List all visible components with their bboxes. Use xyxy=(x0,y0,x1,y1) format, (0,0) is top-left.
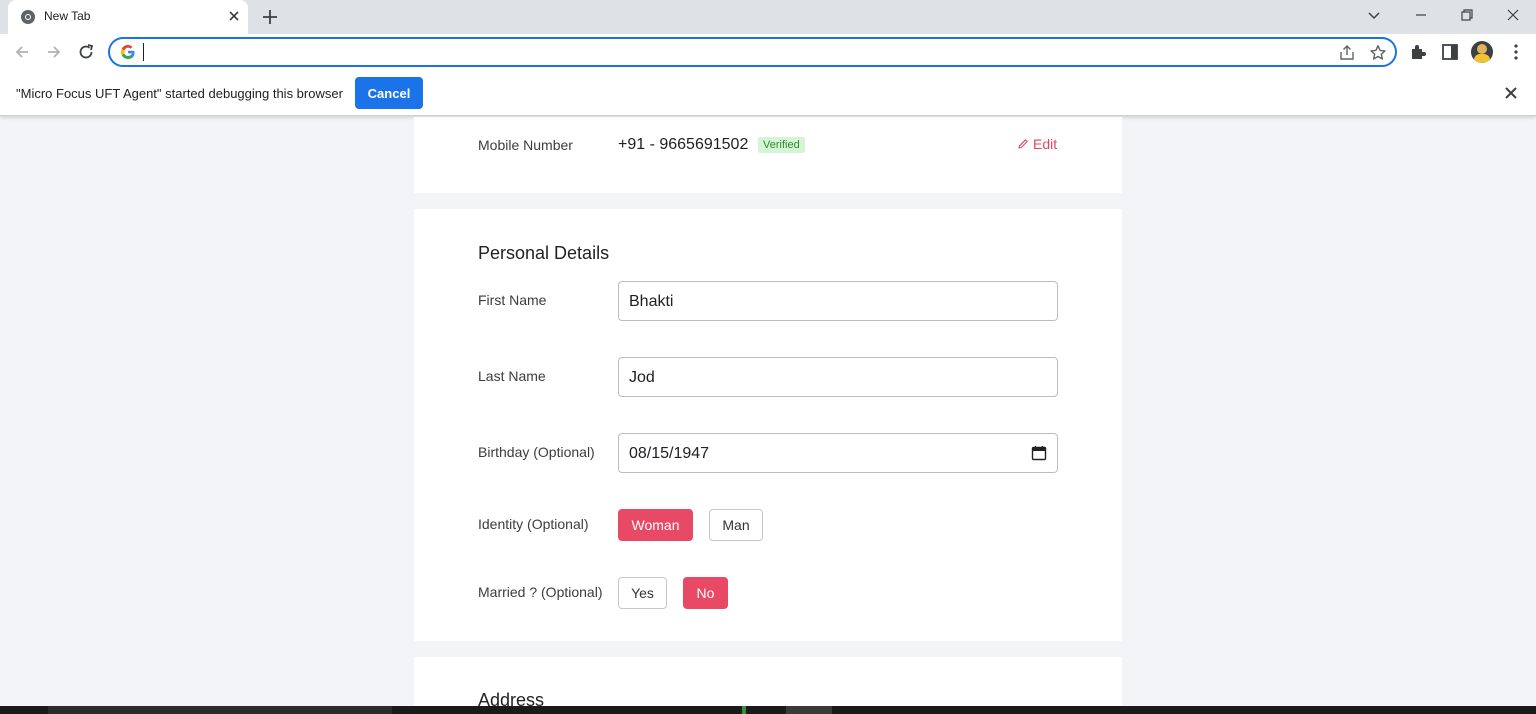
profile-avatar[interactable] xyxy=(1471,41,1493,63)
married-no-button[interactable]: No xyxy=(683,577,728,609)
identity-label: Identity (Optional) xyxy=(478,516,589,532)
debugging-infobar: "Micro Focus UFT Agent" started debuggin… xyxy=(0,70,1536,116)
reload-icon[interactable] xyxy=(76,42,96,62)
side-panel-icon[interactable] xyxy=(1440,42,1460,62)
last-name-field[interactable]: Jod xyxy=(618,357,1058,397)
birthday-label: Birthday (Optional) xyxy=(478,444,595,460)
browser-tab[interactable]: New Tab xyxy=(8,0,248,34)
chevron-down-icon xyxy=(1368,12,1380,20)
close-window-button[interactable] xyxy=(1490,0,1536,30)
close-infobar-icon[interactable] xyxy=(1503,85,1519,101)
verified-badge: Verified xyxy=(758,137,805,153)
first-name-label: First Name xyxy=(478,292,547,308)
mobile-number-value: +91 - 9665691502 xyxy=(618,136,749,153)
close-icon xyxy=(1507,9,1519,21)
new-tab-icon[interactable] xyxy=(260,7,280,27)
last-name-label: Last Name xyxy=(478,368,546,384)
tab-title: New Tab xyxy=(44,9,91,23)
birthday-value: 08/15/1947 xyxy=(629,445,710,462)
first-name-field[interactable]: Bhakti xyxy=(618,281,1058,321)
avatar-body xyxy=(1474,54,1490,63)
kebab-menu-icon[interactable] xyxy=(1506,42,1526,62)
star-icon[interactable] xyxy=(1369,44,1387,62)
address-bar[interactable] xyxy=(108,37,1397,67)
infobar-message: "Micro Focus UFT Agent" started debuggin… xyxy=(16,86,343,101)
back-icon[interactable] xyxy=(12,42,32,62)
taskbar-app[interactable] xyxy=(786,706,832,714)
last-name-value: Jod xyxy=(629,369,655,386)
google-icon xyxy=(121,45,135,59)
restore-button[interactable] xyxy=(1444,0,1490,30)
forward-icon[interactable] xyxy=(44,42,64,62)
calendar-icon[interactable] xyxy=(1031,445,1047,461)
browser-toolbar xyxy=(0,34,1536,70)
contact-card: Mobile Number +91 - 9665691502 Verified … xyxy=(414,117,1122,193)
taskbar-search[interactable] xyxy=(48,706,392,714)
cancel-debugging-button[interactable]: Cancel xyxy=(355,77,423,109)
text-caret xyxy=(143,43,144,61)
first-name-value: Bhakti xyxy=(629,293,674,310)
address-input[interactable] xyxy=(142,42,1322,62)
avatar-face xyxy=(1477,44,1487,54)
os-taskbar xyxy=(0,706,1536,714)
extensions-icon[interactable] xyxy=(1408,42,1428,62)
personal-details-card: Personal Details First Name Bhakti Last … xyxy=(414,209,1122,641)
tab-search-button[interactable] xyxy=(1351,0,1397,30)
restore-icon xyxy=(1461,9,1473,21)
edit-label: Edit xyxy=(1033,136,1058,152)
mobile-number-label: Mobile Number xyxy=(478,137,573,153)
pencil-icon xyxy=(1018,139,1028,149)
identity-man-button[interactable]: Man xyxy=(709,509,763,541)
taskbar-app-indicator xyxy=(742,706,746,714)
identity-woman-button[interactable]: Woman xyxy=(618,509,693,541)
personal-details-title: Personal Details xyxy=(478,243,610,263)
minimize-button[interactable] xyxy=(1398,0,1444,30)
tab-strip: New Tab xyxy=(0,0,1536,34)
close-tab-icon[interactable] xyxy=(226,8,242,24)
minimize-icon xyxy=(1416,14,1426,16)
married-label: Married ? (Optional) xyxy=(478,584,603,600)
chrome-icon xyxy=(21,10,35,24)
married-yes-button[interactable]: Yes xyxy=(618,577,667,609)
share-icon[interactable] xyxy=(1338,44,1356,62)
birthday-field[interactable]: 08/15/1947 xyxy=(618,433,1058,473)
edit-mobile-link[interactable]: Edit xyxy=(1017,136,1057,152)
